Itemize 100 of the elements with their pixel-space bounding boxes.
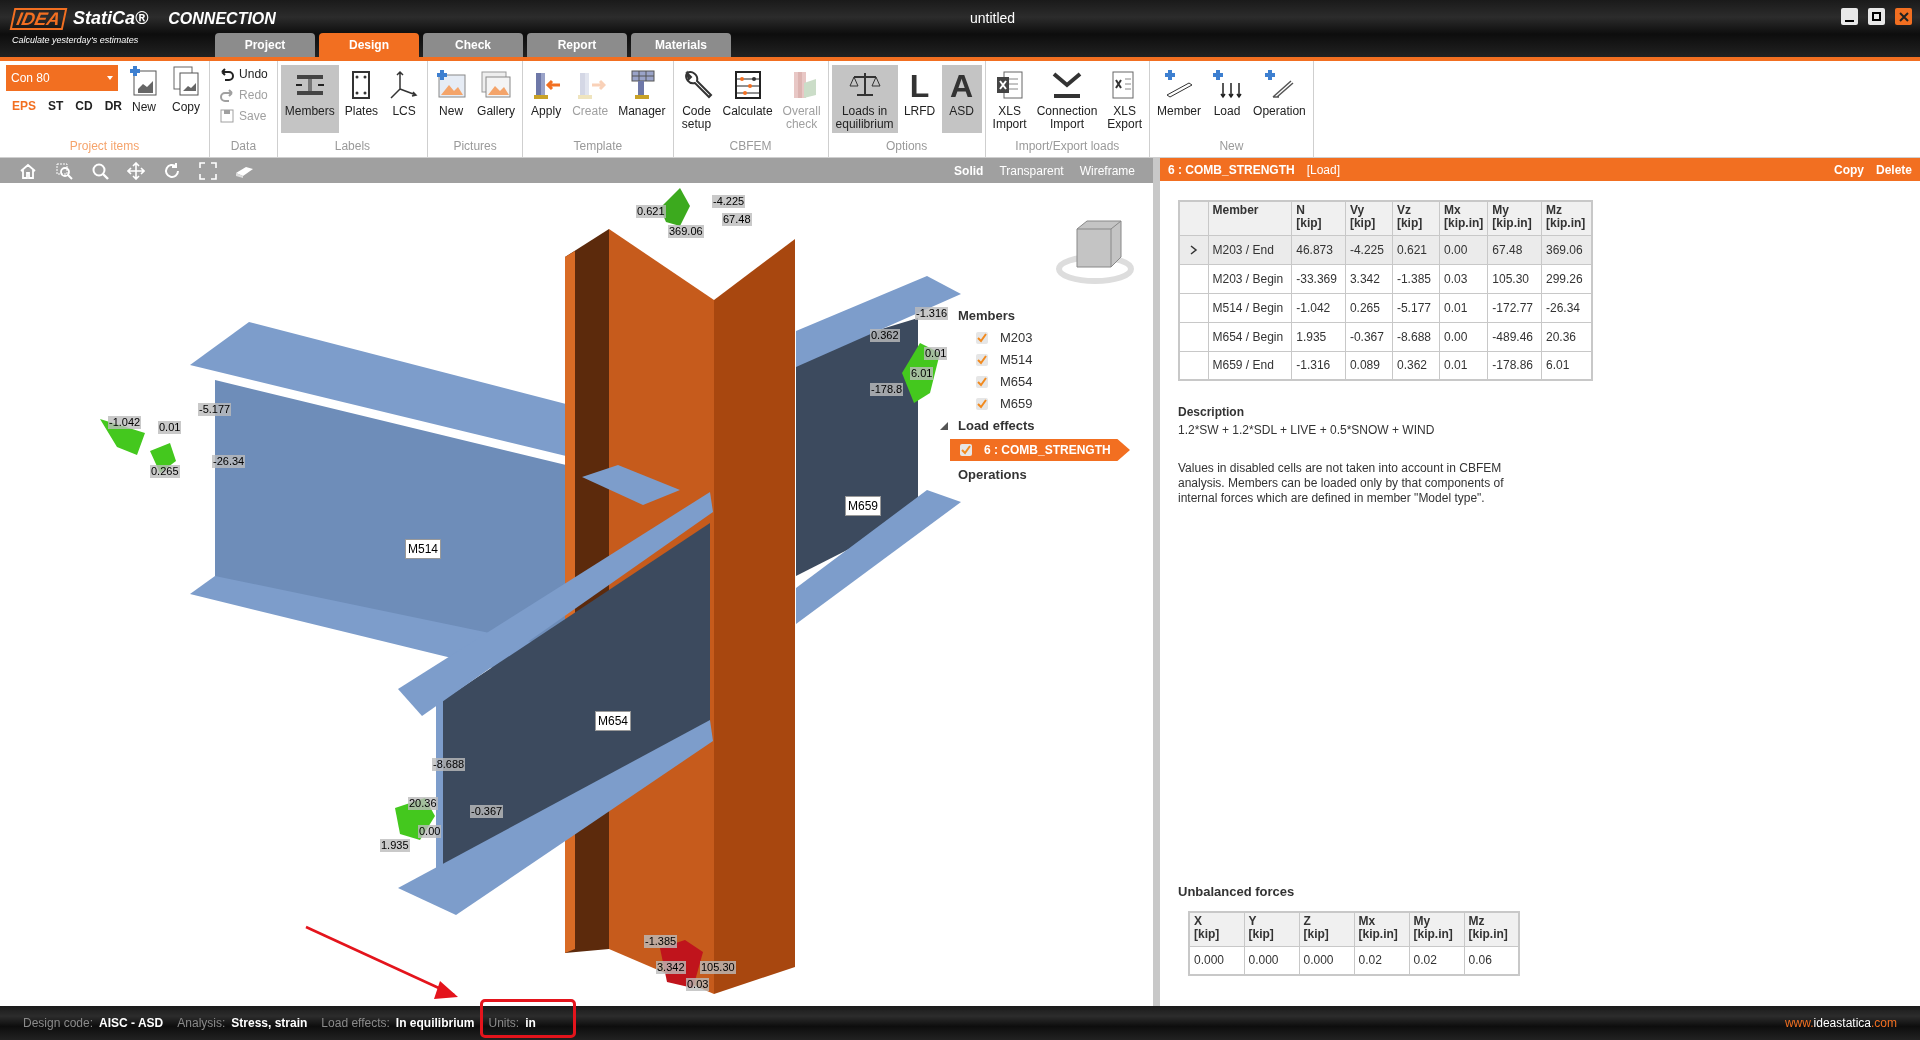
table-cell: M514 / Begin [1208, 293, 1292, 322]
status-label: Load effects: [321, 1015, 390, 1032]
ribbon-button[interactable]: LCS [384, 65, 425, 133]
ribbon-button[interactable]: Load [1207, 65, 1248, 133]
ribbon-button[interactable]: Copy [166, 61, 207, 129]
force-value: 20.36 [408, 797, 438, 810]
ribbon-button[interactable]: Member [1153, 65, 1206, 133]
checkbox[interactable] [976, 375, 988, 388]
picture-plus-icon [435, 69, 468, 101]
view-toolbar-button[interactable] [198, 160, 218, 181]
ribbon-button[interactable]: Calculate [718, 65, 777, 133]
ribbon-button[interactable]: Gallery [473, 65, 520, 133]
status-label: Units: [488, 1015, 520, 1032]
code-tab[interactable]: ST [48, 97, 64, 115]
home-icon [19, 161, 37, 180]
corner-plus-icon [1263, 69, 1296, 101]
move-icon [127, 161, 145, 180]
table-cell: 3.342 [1345, 264, 1393, 293]
table-cell: 67.48 [1487, 235, 1542, 264]
table-row[interactable]: M514 / Begin -1.042 0.265 -5.177 0.01 -172.77 -26.34 [1179, 293, 1592, 322]
force-value: 105.30 [700, 961, 736, 974]
ribbon-button[interactable]: New [124, 61, 165, 129]
force-value: 3.342 [656, 961, 686, 974]
zoom-window-icon [55, 161, 73, 180]
table-cell: 0.265 [1345, 293, 1393, 322]
ribbon-button[interactable]: Plates [340, 65, 383, 133]
checkbox[interactable] [976, 331, 988, 344]
window-title: untitled [970, 9, 1016, 28]
table-cell: 0.00 [1439, 235, 1488, 264]
ribbon-button[interactable]: Operation [1249, 65, 1310, 133]
table-cell: -0.367 [1345, 322, 1393, 351]
tree-item[interactable]: M514 [1000, 349, 1033, 370]
column-header: Vy [kip] [1345, 201, 1393, 235]
force-value: -26.34 [212, 455, 246, 468]
ribbon-button[interactable]: New [431, 65, 472, 133]
table-cell: 0.01 [1439, 293, 1488, 322]
tree-item[interactable]: M203 [1000, 327, 1033, 348]
website-link[interactable]: www.ideastatica.com [1784, 1014, 1897, 1032]
table-cell: 1.935 [1291, 322, 1346, 351]
group-label: Template [572, 138, 624, 155]
group-label: New [1218, 138, 1245, 155]
member-label: M654 [595, 711, 632, 731]
tree-item[interactable]: M654 [1000, 371, 1033, 392]
group-label: CBFEM [728, 138, 773, 155]
member-label: M514 [405, 539, 442, 559]
force-value: 1.935 [380, 839, 410, 852]
table-cell: 0.621 [1392, 235, 1440, 264]
force-value: -4.225 [712, 195, 746, 208]
close-button[interactable] [1895, 8, 1912, 25]
status-label: Analysis: [177, 1015, 226, 1032]
force-value: -1.385 [644, 935, 678, 948]
force-value: 0.621 [636, 205, 666, 218]
ribbon-button[interactable]: Connection Import [1032, 65, 1102, 133]
logo-mark: IDEA [9, 7, 68, 30]
minimize-button[interactable] [1841, 8, 1858, 25]
check-icon [977, 398, 987, 409]
view-toolbar-button[interactable] [126, 160, 146, 181]
check-icon [977, 354, 987, 365]
maximize-button[interactable] [1868, 8, 1885, 25]
member-label: M659 [845, 496, 882, 516]
letter-icon: L [909, 69, 930, 105]
column-header: Mx [kip.in] [1439, 201, 1488, 235]
table-cell: 105.30 [1487, 264, 1542, 293]
ribbon-button[interactable]: XLS Export [1103, 65, 1147, 133]
section-heading: Unbalanced forces [1178, 882, 1296, 901]
table-cell: M203 / End [1208, 235, 1292, 264]
table-cell: -172.77 [1487, 293, 1542, 322]
table-row[interactable]: M659 / End -1.316 0.089 0.362 0.01 -178.86 6.01 [1179, 351, 1592, 380]
force-value: 0.265 [150, 465, 180, 478]
view-toolbar-button[interactable] [162, 160, 182, 181]
table-row[interactable]: M203 / Begin -33.369 3.342 -1.385 0.03 105.30 299.26 [1179, 264, 1592, 293]
ribbon-button[interactable]: XLS Import [988, 65, 1031, 133]
checkbox[interactable] [976, 353, 988, 366]
view-toolbar-button[interactable] [54, 160, 74, 181]
checkbox[interactable] [960, 444, 972, 456]
ribbon-button[interactable]: Loads in equilibrium [831, 65, 898, 133]
product-name: CONNECTION [168, 8, 276, 29]
table-cell: 0.00 [1439, 322, 1488, 351]
ribbon-button[interactable]: Members [280, 65, 339, 133]
ribbon-button[interactable]: Code setup [676, 65, 717, 133]
status-value: AISC - ASD [99, 1015, 164, 1032]
description-text: 1.2*SW + 1.2*SDL + LIVE + 0.5*SNOW + WIND [1178, 422, 1436, 439]
ribbon-button[interactable]: Manager [614, 65, 670, 133]
group-label: Pictures [452, 138, 498, 155]
ribbon-button[interactable]: A ASD [941, 65, 982, 133]
table-cell: -8.688 [1392, 322, 1440, 351]
ribbon-button[interactable]: Apply [526, 65, 567, 133]
tree-item[interactable]: M659 [1000, 393, 1033, 414]
checkbox[interactable] [976, 397, 988, 410]
force-value: 0.00 [418, 825, 442, 838]
letter-icon: A [950, 69, 974, 105]
check-icon [961, 445, 971, 455]
table-row[interactable]: M654 / Begin 1.935 -0.367 -8.688 0.00 -489.46 20.36 [1179, 322, 1592, 351]
ribbon-button[interactable]: L LRFD [899, 65, 940, 133]
redo-arrow-icon [219, 87, 236, 103]
table-cell: -4.225 [1345, 235, 1393, 264]
data-button[interactable]: Undo [219, 65, 268, 83]
code-tab[interactable]: DR [104, 97, 123, 115]
code-tab[interactable]: CD [75, 97, 93, 115]
table-row[interactable]: M203 / End 46.873 -4.225 0.621 0.00 67.48 369.06 [1179, 235, 1592, 264]
